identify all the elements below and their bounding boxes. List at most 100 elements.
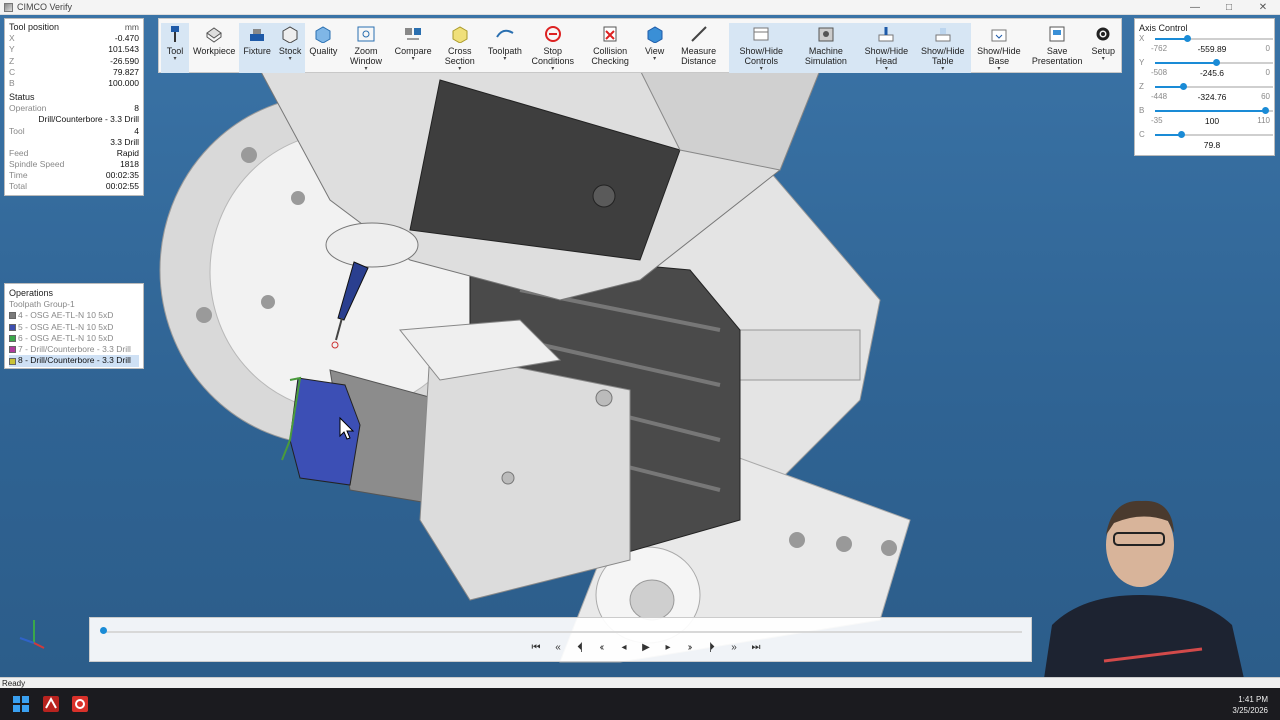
previous-operation-button[interactable]: ⏴| bbox=[568, 640, 590, 654]
toolbar-button-toolpath[interactable]: Toolpath ▾ bbox=[484, 23, 526, 73]
chevron-down-icon[interactable]: ▾ bbox=[941, 66, 944, 72]
mastercam-taskbar-icon[interactable] bbox=[43, 696, 59, 712]
toolbar-button-label: Show/Hide Table bbox=[921, 46, 965, 66]
operation-label: 7 - Drill/Counterbore - 3.3 Drill bbox=[18, 344, 131, 355]
play-forward-button[interactable]: ▸ bbox=[656, 640, 678, 654]
status-label: Tool bbox=[9, 125, 25, 136]
axis-slider-track[interactable] bbox=[1155, 59, 1273, 66]
chevron-down-icon[interactable]: ▾ bbox=[365, 66, 368, 72]
unit-label: mm bbox=[124, 22, 139, 32]
tool-position-row: C 79.827 bbox=[9, 67, 139, 78]
toolbar-button-label: Show/Hide Base bbox=[977, 46, 1021, 66]
tool-icon bbox=[165, 25, 185, 43]
save-presentation-icon bbox=[1047, 25, 1067, 43]
step-back-button[interactable]: ‹‹ bbox=[590, 640, 612, 654]
system-clock[interactable]: 1:41 PM 3/25/2026 bbox=[1232, 694, 1268, 716]
axis-slider-track[interactable] bbox=[1155, 131, 1273, 138]
axis-slider-handle[interactable] bbox=[1183, 35, 1191, 42]
toolbar-button-show-hide-table[interactable]: Show/Hide Table ▾ bbox=[914, 23, 971, 73]
toolbar-button-setup-gear[interactable]: Setup ▾ bbox=[1087, 23, 1119, 73]
toolbar-button-stop-conditions[interactable]: Stop Conditions ▾ bbox=[526, 23, 580, 73]
chevron-down-icon[interactable]: ▾ bbox=[289, 56, 292, 62]
close-button[interactable]: ✕ bbox=[1246, 0, 1280, 15]
vise-screw bbox=[595, 389, 613, 407]
toolbar-button-compare[interactable]: Compare ▾ bbox=[391, 23, 436, 73]
axis-value-field[interactable]: -559.89 bbox=[1187, 44, 1237, 54]
toolbar-button-save-presentation[interactable]: Save Presentation bbox=[1027, 23, 1088, 73]
skip-to-start-button[interactable]: ⏮ bbox=[524, 640, 546, 654]
progress-track[interactable] bbox=[102, 631, 1022, 633]
toolbar-button-tool[interactable]: Tool ▾ bbox=[161, 23, 189, 73]
operation-item[interactable]: 8 - Drill/Counterbore - 3.3 Drill bbox=[9, 355, 139, 367]
toolpath-group[interactable]: Toolpath Group-1 bbox=[9, 299, 139, 310]
show-hide-controls-icon bbox=[751, 25, 771, 43]
toolbar-button-show-hide-base[interactable]: Show/Hide Base ▾ bbox=[971, 23, 1027, 73]
toolbar-button-cross-section[interactable]: Cross Section ▾ bbox=[436, 23, 484, 73]
playback-bar: ⏮ «⏴| ‹‹ ◂ ▶ ▸ ›› |⏵» ⏭ bbox=[89, 617, 1032, 662]
chevron-down-icon[interactable]: ▾ bbox=[412, 56, 415, 62]
axis-slider-handle[interactable] bbox=[1261, 107, 1269, 114]
status-value: 3.3 Drill bbox=[110, 136, 139, 147]
presenter-webcam bbox=[1044, 500, 1244, 677]
toolbar-button-quality[interactable]: Quality bbox=[305, 23, 341, 73]
maximize-button[interactable]: □ bbox=[1212, 0, 1246, 15]
chevron-down-icon[interactable]: ▾ bbox=[653, 56, 656, 62]
play-reverse-button[interactable]: ◂ bbox=[612, 640, 634, 654]
axis-slider-handle[interactable] bbox=[1180, 83, 1188, 90]
axis-value-field[interactable]: 100 bbox=[1187, 116, 1237, 126]
chevron-down-icon[interactable]: ▾ bbox=[458, 66, 461, 72]
axis-slider-track[interactable] bbox=[1155, 35, 1273, 42]
toolbar-button-stock[interactable]: Stock ▾ bbox=[274, 23, 306, 73]
axis-slider-track[interactable] bbox=[1155, 83, 1273, 90]
toolbar-button-fixture[interactable]: Fixture bbox=[239, 23, 275, 73]
operation-item[interactable]: 5 - OSG AE-TL-N 10 5xD bbox=[9, 322, 139, 333]
axis-value-field[interactable]: 79.8 bbox=[1187, 140, 1237, 150]
step-back-fast-button[interactable]: « bbox=[546, 640, 568, 654]
toolbar-button-label: Measure Distance bbox=[681, 46, 717, 66]
cimco-verify-taskbar-icon[interactable] bbox=[72, 696, 88, 712]
axis-max: 60 bbox=[1261, 92, 1270, 101]
chevron-down-icon[interactable]: ▾ bbox=[885, 66, 888, 72]
toolbar-button-collision-checking[interactable]: Collision Checking bbox=[580, 23, 641, 73]
toolbar-button-measure-distance[interactable]: Measure Distance bbox=[669, 23, 729, 73]
chevron-down-icon[interactable]: ▾ bbox=[551, 66, 554, 72]
tool-position-header: Tool position mm bbox=[9, 22, 139, 33]
measure-distance-icon bbox=[689, 25, 709, 43]
simulation-viewport[interactable] bbox=[0, 15, 1280, 677]
axis-slider-handle[interactable] bbox=[1177, 131, 1185, 138]
chevron-down-icon[interactable]: ▾ bbox=[503, 56, 506, 62]
step-forward-fast-button[interactable]: » bbox=[722, 640, 744, 654]
chevron-down-icon[interactable]: ▾ bbox=[760, 66, 763, 72]
toolbar-button-label: Save Presentation bbox=[1031, 46, 1083, 66]
toolbar-button-machine-simulation[interactable]: Machine Simulation bbox=[793, 23, 859, 73]
axis-slider-handle[interactable] bbox=[1213, 59, 1221, 66]
toolbar-button-view[interactable]: View ▾ bbox=[641, 23, 669, 73]
operation-item[interactable]: 6 - OSG AE-TL-N 10 5xD bbox=[9, 333, 139, 344]
axis-value-field[interactable]: -324.76 bbox=[1187, 92, 1237, 102]
chevron-down-icon[interactable]: ▾ bbox=[173, 56, 176, 62]
toolbar-button-show-hide-head[interactable]: Show/Hide Head ▾ bbox=[858, 23, 915, 73]
toolbar-button-zoom-window[interactable]: Zoom Window ▾ bbox=[341, 23, 390, 73]
skip-to-end-button[interactable]: ⏭ bbox=[744, 640, 766, 654]
minimize-button[interactable]: — bbox=[1178, 0, 1212, 15]
operation-color-swatch bbox=[9, 323, 16, 331]
chevron-down-icon[interactable]: ▾ bbox=[1102, 56, 1105, 62]
table-bolt-hole bbox=[261, 295, 275, 309]
step-forward-button[interactable]: ›› bbox=[678, 640, 700, 654]
chevron-down-icon[interactable]: ▾ bbox=[997, 66, 1000, 72]
app-icon bbox=[4, 2, 13, 12]
axis-slider-track[interactable] bbox=[1155, 107, 1273, 114]
operation-item[interactable]: 7 - Drill/Counterbore - 3.3 Drill bbox=[9, 344, 139, 355]
toolbar-button-workpiece[interactable]: Workpiece bbox=[189, 23, 239, 73]
operation-item[interactable]: 4 - OSG AE-TL-N 10 5xD bbox=[9, 310, 139, 321]
windows-start-icon[interactable] bbox=[13, 696, 29, 712]
toolbar-button-show-hide-controls[interactable]: Show/Hide Controls ▾ bbox=[728, 23, 794, 73]
status-value: 8 bbox=[134, 103, 139, 114]
table-bolt-hole bbox=[196, 307, 212, 323]
next-operation-button[interactable]: |⏵ bbox=[700, 640, 722, 654]
axis-value-field[interactable]: -245.6 bbox=[1187, 68, 1237, 78]
toolbar-button-label: Compare bbox=[394, 46, 432, 56]
progress-handle[interactable] bbox=[100, 627, 107, 634]
play-button[interactable]: ▶ bbox=[634, 640, 656, 654]
axis-control-panel: Axis Control X -762 -559.89 0 Y -508 -245.6 0 Z -… bbox=[1134, 18, 1275, 156]
